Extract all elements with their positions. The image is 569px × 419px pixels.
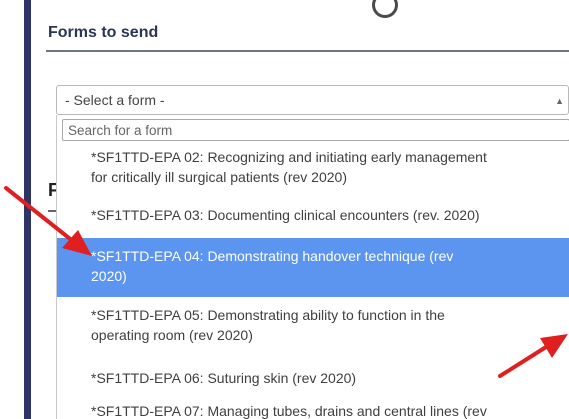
form-option-epa-04[interactable]: *SF1TTD-EPA 04: Demonstrating handover t… [57, 238, 569, 297]
form-select-value: - Select a form - [65, 92, 165, 108]
chevron-up-icon: ▲ [555, 96, 564, 106]
form-option-line: for critically ill surgical patients (re… [91, 169, 347, 185]
section-title: Forms to send [48, 24, 159, 41]
form-option-line: *SF1TTD-EPA 02: Recognizing and initiati… [91, 149, 487, 165]
form-option-epa-03[interactable]: *SF1TTD-EPA 03: Documenting clinical enc… [57, 205, 569, 225]
form-option-epa-02[interactable]: *SF1TTD-EPA 02: Recognizing and initiati… [57, 147, 569, 187]
form-option-line: *SF1TTD-EPA 03: Documenting clinical enc… [91, 207, 480, 223]
form-option-line: 2020) [91, 268, 127, 284]
left-accent-bar [24, 0, 31, 419]
section-divider [46, 50, 569, 52]
form-option-line: *SF1TTD-EPA 06: Suturing skin (rev 2020) [91, 370, 357, 386]
form-search-input[interactable] [62, 119, 569, 141]
loading-spinner-icon [370, 0, 398, 18]
form-option-line: *SF1TTD-EPA 07: Managing tubes, drains a… [91, 403, 487, 419]
obscured-divider [48, 210, 56, 212]
form-option-epa-05[interactable]: *SF1TTD-EPA 05: Demonstrating ability to… [57, 305, 569, 345]
form-option-line: *SF1TTD-EPA 05: Demonstrating ability to… [91, 307, 445, 323]
form-option-epa-07[interactable]: *SF1TTD-EPA 07: Managing tubes, drains a… [57, 401, 569, 419]
form-option-line: *SF1TTD-EPA 04: Demonstrating handover t… [91, 248, 454, 264]
form-select[interactable]: - Select a form - ▲ [56, 85, 569, 115]
form-option-line: operating room (rev 2020) [91, 327, 253, 343]
form-dropdown-list[interactable]: *SF1TTD-EPA 02: Recognizing and initiati… [56, 115, 569, 419]
form-option-epa-06[interactable]: *SF1TTD-EPA 06: Suturing skin (rev 2020) [57, 368, 569, 388]
